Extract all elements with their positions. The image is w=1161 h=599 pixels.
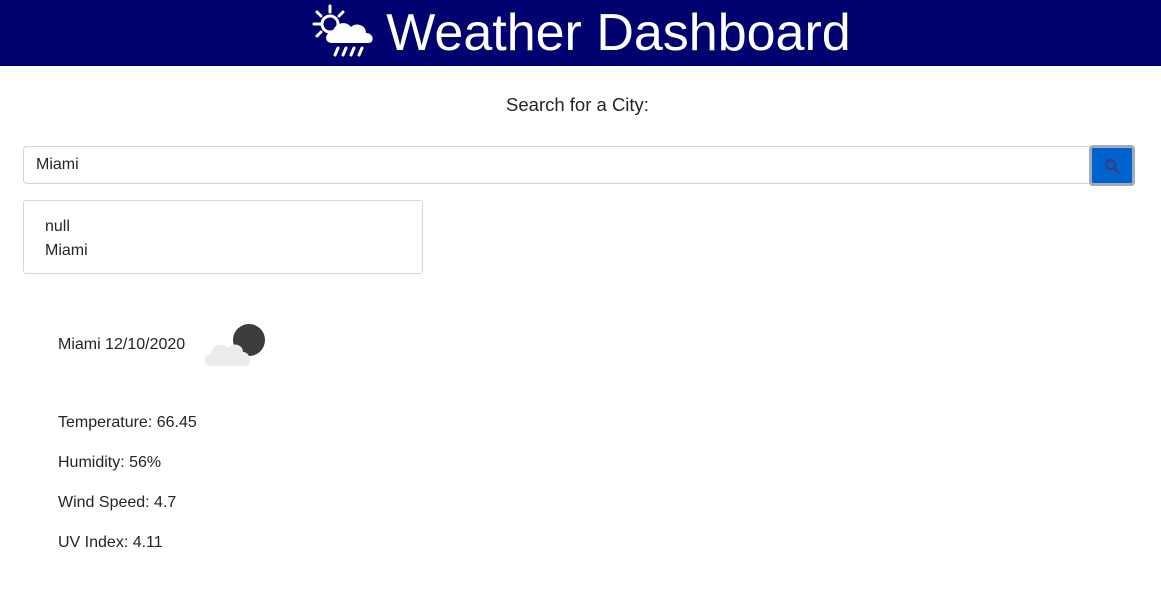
search-heading: Search for a City: (506, 94, 649, 115)
current-weather-header: Miami 12/10/2020 (58, 320, 271, 370)
wind-speed-value: Wind Speed: 4.7 (58, 494, 177, 511)
city-search-input[interactable] (23, 146, 1089, 184)
night-cloudy-icon (204, 324, 266, 366)
app-header: Weather Dashboard (0, 0, 1161, 66)
history-item[interactable]: Miami (45, 239, 401, 263)
app-title: Weather Dashboard (386, 4, 851, 62)
header-title-group: Weather Dashboard (312, 3, 851, 63)
city-date: Miami 12/10/2020 (58, 336, 186, 353)
search-history-list: null Miami (23, 200, 423, 274)
search-icon (1105, 158, 1120, 174)
search-button[interactable] (1089, 145, 1135, 186)
uv-index-value: UV Index: 4.11 (58, 534, 163, 551)
history-item[interactable]: null (45, 215, 401, 239)
sun-cloud-rain-icon (312, 4, 373, 57)
temperature-value: Temperature: 66.45 (58, 414, 197, 431)
humidity-value: Humidity: 56% (58, 454, 162, 471)
